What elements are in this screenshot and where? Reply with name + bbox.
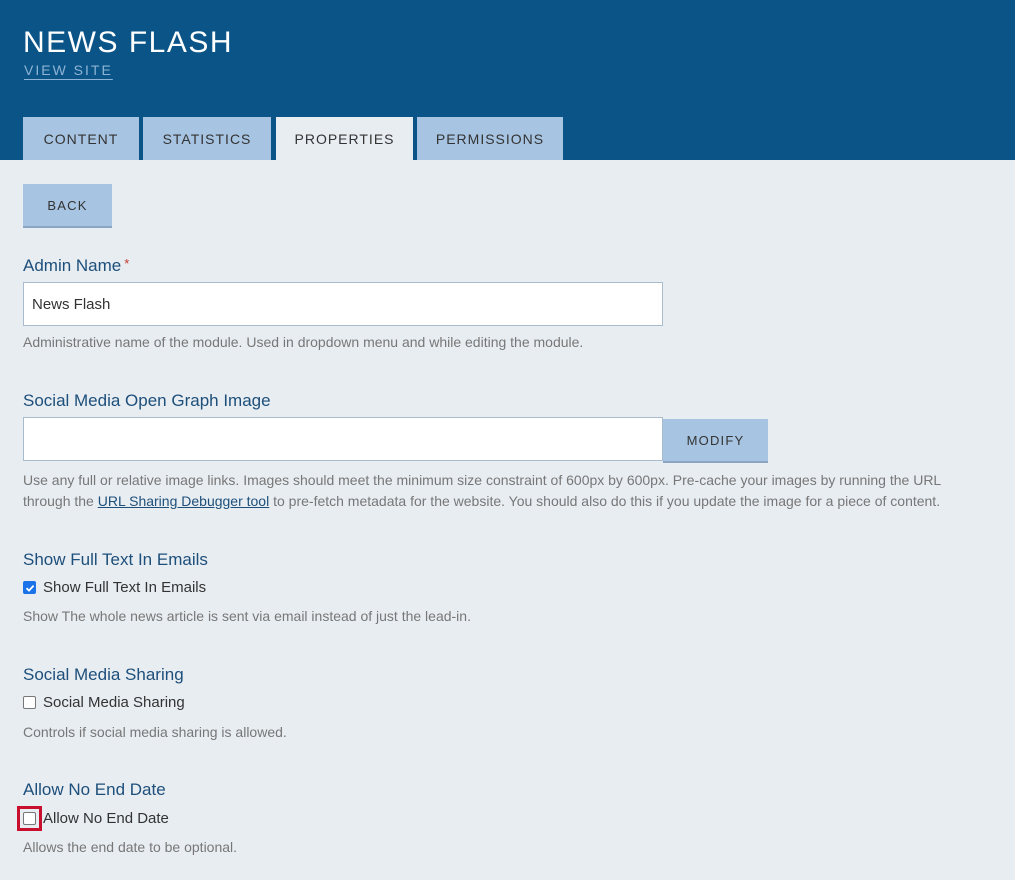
full-text-checkbox[interactable] — [23, 581, 36, 594]
no-end-date-label: Allow No End Date — [23, 780, 166, 799]
url-sharing-debugger-link[interactable]: URL Sharing Debugger tool — [98, 493, 269, 509]
admin-name-help: Administrative name of the module. Used … — [23, 334, 584, 350]
social-sharing-checkbox-row: Social Media Sharing — [23, 694, 185, 711]
social-sharing-help: Controls if social media sharing is allo… — [23, 724, 287, 740]
back-button[interactable]: BACK — [23, 184, 112, 228]
checkmark-icon — [25, 584, 34, 592]
og-image-help-after: to pre-fetch metadata for the website. Y… — [269, 493, 941, 509]
no-end-date-checkbox-label: Allow No End Date — [43, 810, 169, 827]
full-text-label: Show Full Text In Emails — [23, 550, 208, 569]
social-sharing-label: Social Media Sharing — [23, 665, 184, 684]
full-text-checkbox-label: Show Full Text In Emails — [43, 579, 207, 596]
full-text-help: Show The whole news article is sent via … — [23, 608, 471, 624]
og-image-help-before: through the — [23, 493, 98, 509]
site-title: NEWS FLASH — [23, 26, 234, 59]
og-image-help-line1: Use any full or relative image links. Im… — [23, 472, 942, 488]
og-image-label: Social Media Open Graph Image — [23, 391, 271, 410]
full-text-checkbox-row: Show Full Text In Emails — [23, 579, 206, 596]
required-mark: * — [124, 256, 130, 271]
tab-statistics[interactable]: STATISTICS — [143, 117, 271, 160]
tab-properties[interactable]: PROPERTIES — [276, 117, 413, 160]
og-image-help: Use any full or relative image links. Im… — [23, 470, 1013, 512]
admin-name-input[interactable] — [23, 282, 663, 326]
admin-name-label: Admin Name * — [23, 256, 129, 276]
social-sharing-checkbox[interactable] — [23, 696, 36, 709]
admin-name-label-text: Admin Name — [23, 256, 122, 275]
modify-button[interactable]: MODIFY — [663, 419, 768, 463]
tab-content[interactable]: CONTENT — [23, 117, 139, 160]
no-end-date-checkbox-row: Allow No End Date — [23, 810, 169, 827]
view-site-link[interactable]: VIEW SITE — [24, 62, 113, 78]
social-sharing-checkbox-label: Social Media Sharing — [43, 694, 185, 711]
tab-permissions[interactable]: PERMISSIONS — [417, 117, 563, 160]
no-end-date-help: Allows the end date to be optional. — [23, 839, 238, 855]
site-header: NEWS FLASH VIEW SITE CONTENT STATISTICS … — [0, 0, 1015, 160]
og-image-input[interactable] — [23, 417, 663, 461]
no-end-date-checkbox[interactable] — [23, 812, 36, 825]
og-image-help-line2: through the URL Sharing Debugger tool to… — [23, 491, 1013, 512]
